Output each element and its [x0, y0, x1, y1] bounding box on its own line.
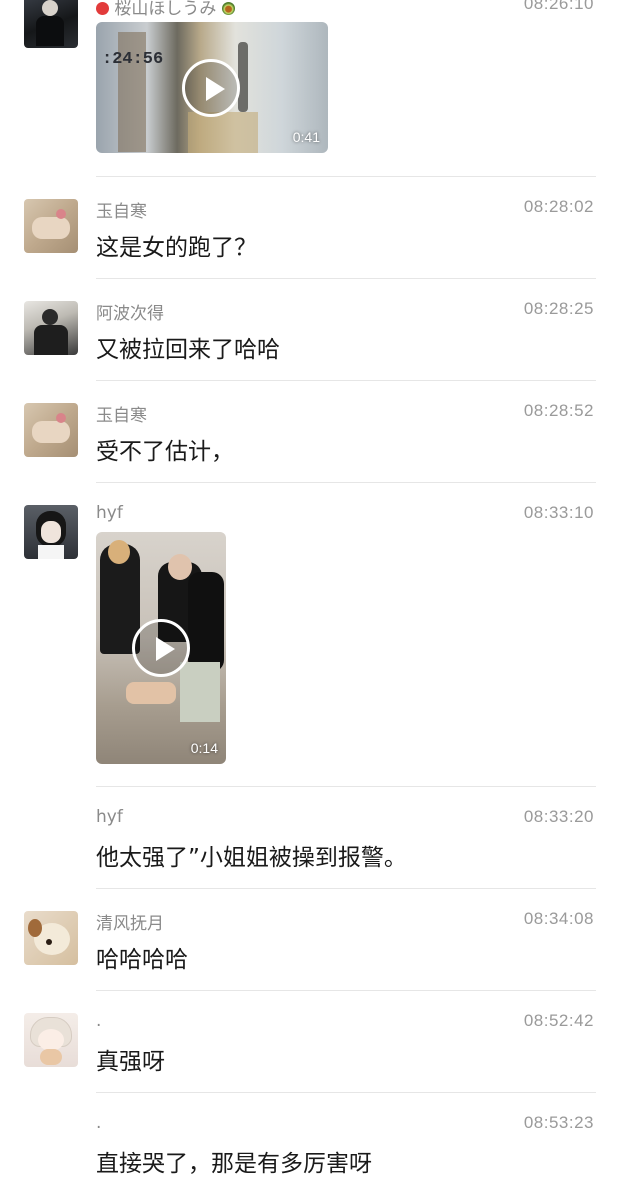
sender-name: 清风抚月 [96, 914, 164, 934]
avatar[interactable] [24, 1013, 78, 1067]
message-time: 08:53:23 [523, 1113, 594, 1132]
avatar[interactable] [24, 505, 78, 559]
divider [96, 176, 596, 177]
message-text: 受不了估计， [96, 439, 234, 465]
message-text: 又被拉回来了哈哈 [96, 337, 280, 363]
avocado-emoji-icon [221, 2, 235, 15]
message-time: 08:28:52 [523, 401, 594, 420]
video-thumbnail[interactable]: 0:14 [96, 532, 226, 764]
message-text: 这是女的跑了？ [96, 235, 257, 261]
sender-name: . [96, 1011, 102, 1031]
message-time: 08:26:10 [523, 0, 594, 13]
message-text: 他太强了”小姐姐被操到报警。 [96, 845, 407, 871]
divider [96, 278, 596, 279]
avatar[interactable] [24, 199, 78, 253]
play-icon[interactable] [182, 59, 240, 117]
video-duration: 0:41 [292, 129, 320, 145]
message-time: 08:28:02 [523, 197, 594, 216]
sender-name: 玉自寒 [96, 406, 147, 426]
sender-name: 阿波次得 [96, 304, 164, 324]
message-text: 哈哈哈哈 [96, 947, 188, 973]
divider [96, 888, 596, 889]
sender-name: 桜山ほしうみ [96, 0, 235, 19]
sender-name: hyf [96, 503, 123, 523]
divider [96, 380, 596, 381]
message-text: 真强呀 [96, 1049, 165, 1075]
video-timestamp-overlay: :24:56 [102, 50, 164, 69]
avatar[interactable] [24, 301, 78, 355]
sender-name: 玉自寒 [96, 202, 147, 222]
message-time: 08:34:08 [523, 909, 594, 928]
strawberry-emoji-icon [96, 2, 109, 15]
message-time: 08:52:42 [523, 1011, 594, 1030]
message-time: 08:33:20 [523, 807, 594, 826]
divider [96, 786, 596, 787]
video-duration: 0:14 [190, 740, 218, 756]
divider [96, 1092, 596, 1093]
play-icon[interactable] [132, 619, 190, 677]
sender-name: . [96, 1113, 102, 1133]
avatar[interactable] [24, 403, 78, 457]
avatar[interactable] [24, 0, 78, 48]
divider [96, 990, 596, 991]
video-thumbnail[interactable]: :24:56 0:41 [96, 22, 328, 153]
divider [96, 482, 596, 483]
message-time: 08:28:25 [523, 299, 594, 318]
message-text: 直接哭了，那是有多厉害呀 [96, 1151, 372, 1177]
avatar[interactable] [24, 911, 78, 965]
message-time: 08:33:10 [523, 503, 594, 522]
sender-name: hyf [96, 807, 123, 827]
